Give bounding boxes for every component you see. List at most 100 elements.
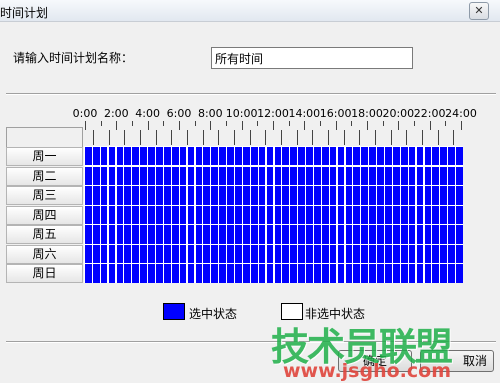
schedule-slot[interactable] bbox=[369, 244, 376, 264]
schedule-slot[interactable] bbox=[456, 205, 463, 225]
schedule-slot[interactable] bbox=[298, 166, 305, 185]
schedule-slot[interactable] bbox=[124, 205, 132, 225]
schedule-slot[interactable] bbox=[132, 244, 140, 264]
schedule-slot[interactable] bbox=[392, 244, 400, 264]
schedule-slot[interactable] bbox=[187, 147, 195, 166]
schedule-slot[interactable] bbox=[440, 225, 447, 244]
schedule-slot[interactable] bbox=[100, 205, 108, 225]
schedule-slot[interactable] bbox=[416, 186, 424, 205]
schedule-slot[interactable] bbox=[132, 205, 140, 225]
schedule-slot[interactable] bbox=[195, 264, 203, 283]
schedule-slot[interactable] bbox=[124, 166, 132, 185]
schedule-slot[interactable] bbox=[250, 225, 258, 244]
schedule-slot[interactable] bbox=[203, 205, 211, 225]
schedule-slot[interactable] bbox=[282, 166, 290, 185]
schedule-slot[interactable] bbox=[85, 225, 92, 244]
schedule-slot[interactable] bbox=[353, 186, 361, 205]
schedule-slot[interactable] bbox=[250, 205, 258, 225]
schedule-slot[interactable] bbox=[337, 225, 345, 244]
schedule-slot[interactable] bbox=[298, 244, 305, 264]
schedule-slot[interactable] bbox=[440, 186, 447, 205]
schedule-slot[interactable] bbox=[179, 186, 187, 205]
schedule-slot[interactable] bbox=[345, 147, 353, 166]
schedule-slot[interactable] bbox=[227, 186, 234, 205]
schedule-slot[interactable] bbox=[385, 225, 392, 244]
schedule-slot[interactable] bbox=[219, 147, 226, 166]
schedule-slot[interactable] bbox=[400, 205, 408, 225]
schedule-slot[interactable] bbox=[203, 244, 211, 264]
schedule-slot[interactable] bbox=[408, 225, 416, 244]
schedule-slot[interactable] bbox=[85, 166, 92, 185]
schedule-slot[interactable] bbox=[448, 244, 455, 264]
schedule-slot[interactable] bbox=[353, 244, 361, 264]
schedule-slot[interactable] bbox=[100, 244, 108, 264]
schedule-slot[interactable] bbox=[329, 225, 337, 244]
schedule-slot[interactable] bbox=[329, 186, 337, 205]
schedule-slot[interactable] bbox=[250, 264, 258, 283]
schedule-slot[interactable] bbox=[219, 225, 226, 244]
schedule-slot[interactable] bbox=[313, 186, 321, 205]
schedule-slot[interactable] bbox=[108, 147, 116, 166]
schedule-slot[interactable] bbox=[408, 166, 416, 185]
schedule-slot[interactable] bbox=[385, 147, 392, 166]
schedule-slot[interactable] bbox=[156, 166, 163, 185]
schedule-slot[interactable] bbox=[179, 244, 187, 264]
schedule-slot[interactable] bbox=[377, 147, 384, 166]
schedule-slot[interactable] bbox=[345, 186, 353, 205]
schedule-slot[interactable] bbox=[274, 264, 282, 283]
schedule-slot[interactable] bbox=[306, 225, 313, 244]
schedule-slot[interactable] bbox=[456, 264, 463, 283]
schedule-slot[interactable] bbox=[92, 166, 100, 185]
schedule-slot[interactable] bbox=[258, 147, 266, 166]
close-button[interactable]: ✕ bbox=[469, 2, 489, 20]
schedule-slot[interactable] bbox=[424, 225, 432, 244]
schedule-name-input[interactable] bbox=[211, 47, 413, 69]
schedule-slot[interactable] bbox=[298, 225, 305, 244]
schedule-slot[interactable] bbox=[377, 264, 384, 283]
schedule-slot[interactable] bbox=[337, 205, 345, 225]
schedule-slot[interactable] bbox=[163, 147, 171, 166]
schedule-slot[interactable] bbox=[235, 186, 242, 205]
schedule-slot[interactable] bbox=[456, 166, 463, 185]
schedule-slot[interactable] bbox=[298, 186, 305, 205]
schedule-slot[interactable] bbox=[392, 264, 400, 283]
schedule-slot[interactable] bbox=[187, 166, 195, 185]
schedule-slot[interactable] bbox=[195, 186, 203, 205]
schedule-slot[interactable] bbox=[416, 244, 424, 264]
schedule-slot[interactable] bbox=[345, 244, 353, 264]
schedule-slot[interactable] bbox=[400, 147, 408, 166]
schedule-slot[interactable] bbox=[242, 205, 250, 225]
schedule-slot[interactable] bbox=[392, 205, 400, 225]
schedule-slot[interactable] bbox=[329, 205, 337, 225]
schedule-slot[interactable] bbox=[156, 244, 163, 264]
schedule-slot[interactable] bbox=[171, 264, 179, 283]
schedule-slot[interactable] bbox=[140, 166, 147, 185]
schedule-slot[interactable] bbox=[448, 166, 455, 185]
schedule-slot[interactable] bbox=[171, 147, 179, 166]
schedule-slot[interactable] bbox=[266, 186, 274, 205]
schedule-slot[interactable] bbox=[306, 186, 313, 205]
schedule-slot[interactable] bbox=[266, 244, 274, 264]
schedule-slot[interactable] bbox=[171, 166, 179, 185]
schedule-slot[interactable] bbox=[124, 244, 132, 264]
schedule-slot[interactable] bbox=[432, 166, 440, 185]
schedule-slot[interactable] bbox=[140, 264, 147, 283]
schedule-slot[interactable] bbox=[156, 186, 163, 205]
schedule-slot[interactable] bbox=[163, 264, 171, 283]
schedule-slot[interactable] bbox=[321, 147, 329, 166]
schedule-slot[interactable] bbox=[290, 264, 297, 283]
schedule-slot[interactable] bbox=[108, 186, 116, 205]
schedule-slot[interactable] bbox=[290, 186, 297, 205]
schedule-slot[interactable] bbox=[140, 147, 147, 166]
schedule-slot[interactable] bbox=[416, 205, 424, 225]
schedule-slot[interactable] bbox=[282, 225, 290, 244]
schedule-slot[interactable] bbox=[156, 264, 163, 283]
schedule-slot[interactable] bbox=[282, 244, 290, 264]
schedule-slot[interactable] bbox=[242, 147, 250, 166]
schedule-slot[interactable] bbox=[416, 264, 424, 283]
schedule-slot[interactable] bbox=[298, 147, 305, 166]
schedule-slot[interactable] bbox=[266, 166, 274, 185]
schedule-slot[interactable] bbox=[282, 147, 290, 166]
schedule-slot[interactable] bbox=[321, 264, 329, 283]
schedule-slot[interactable] bbox=[211, 186, 219, 205]
